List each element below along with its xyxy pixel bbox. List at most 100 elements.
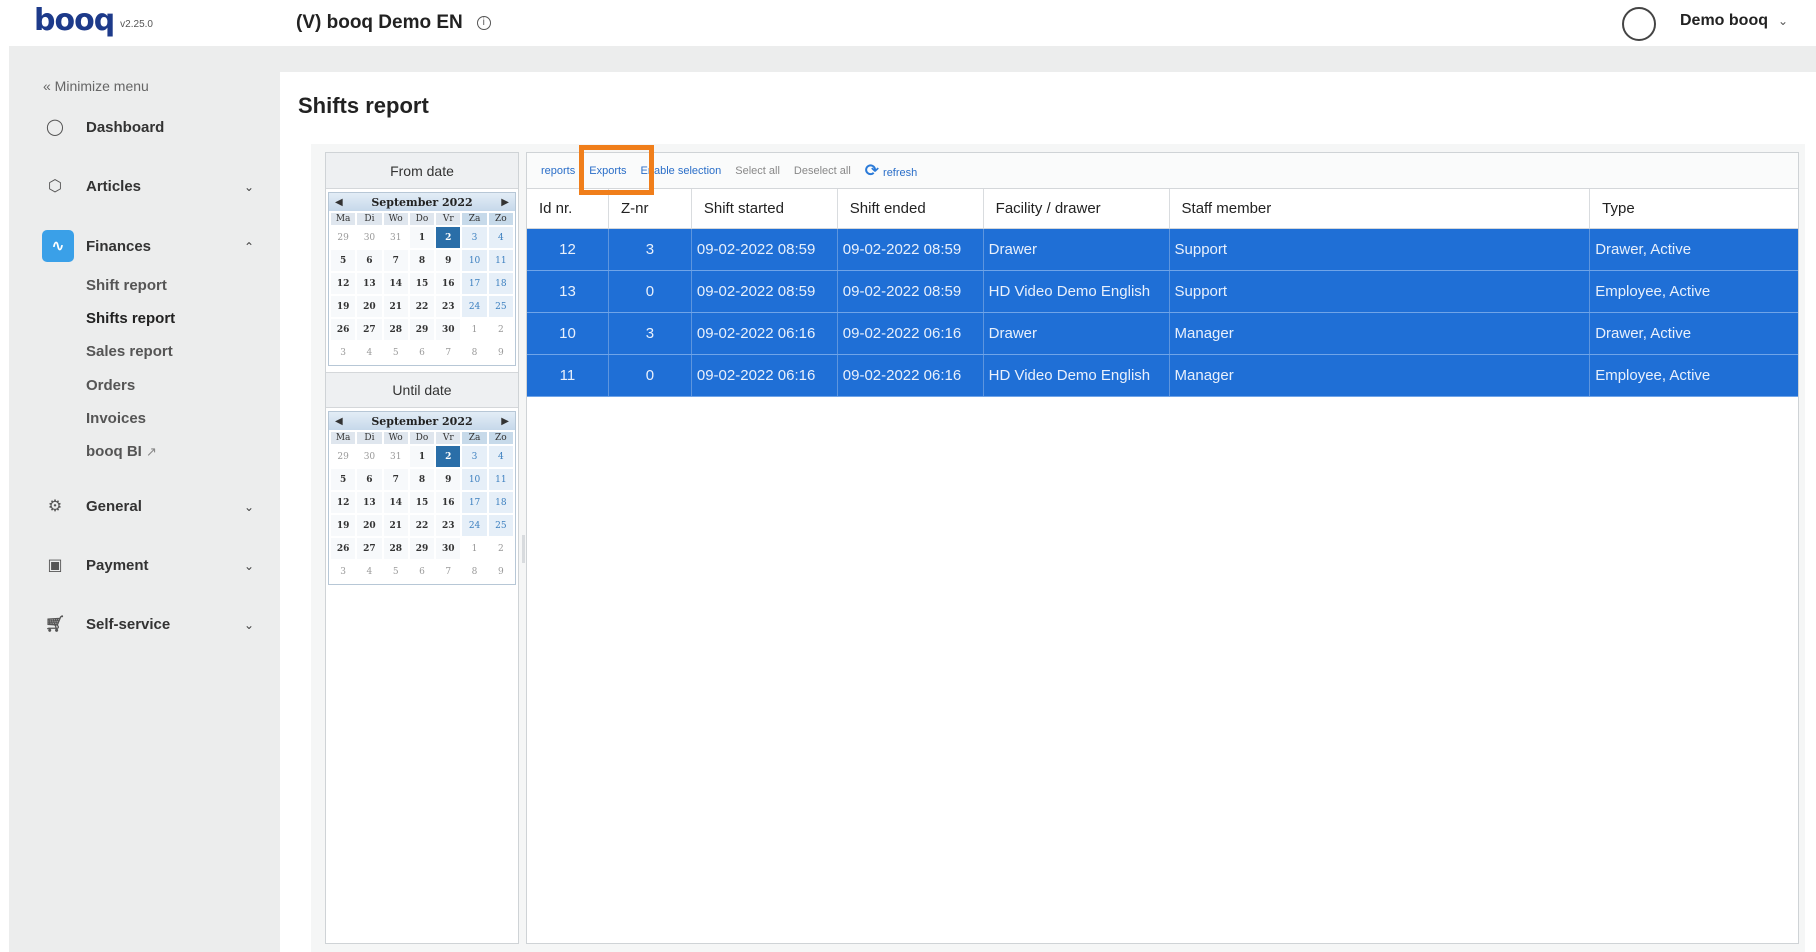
calendar-day[interactable]: 8	[409, 250, 435, 271]
calendar-day[interactable]: 12	[331, 492, 356, 513]
calendar-day[interactable]: 6	[357, 469, 382, 490]
prev-month-icon[interactable]: ◀	[335, 197, 343, 208]
calendar-day[interactable]: 8	[409, 469, 435, 490]
calendar-day[interactable]: 7	[383, 250, 408, 271]
calendar-day[interactable]: 4	[357, 342, 382, 363]
calendar-day[interactable]: 25	[488, 296, 513, 317]
calendar-day[interactable]: 27	[357, 538, 382, 559]
table-row[interactable]: 13 0 09-02-2022 08:59 09-02-2022 08:59 HD Vi…	[527, 271, 1798, 313]
calendar-day[interactable]: 8	[462, 342, 487, 363]
calendar-day[interactable]: 29	[409, 538, 435, 559]
chevron-down-icon[interactable]: ⌄	[244, 180, 254, 194]
calendar-day[interactable]: 29	[331, 227, 356, 248]
calendar-day[interactable]: 11	[488, 250, 513, 271]
calendar-day[interactable]: 2	[488, 538, 513, 559]
calendar-day[interactable]: 5	[331, 250, 356, 271]
select-all-link[interactable]: Select all	[735, 165, 780, 177]
booq-logo[interactable]: booq v2.25.0	[34, 6, 153, 36]
sidebar-item-finances[interactable]: ∿ Finances	[42, 230, 151, 262]
calendar-day[interactable]: 29	[409, 319, 435, 340]
calendar-day[interactable]: 20	[357, 296, 382, 317]
calendar-day[interactable]: 15	[409, 273, 435, 294]
calendar-day[interactable]: 7	[436, 561, 461, 582]
sidebar-item-dashboard[interactable]: ◯ Dashboard	[44, 116, 164, 138]
calendar-day[interactable]: 23	[436, 296, 461, 317]
avatar[interactable]	[1622, 7, 1656, 41]
column-header[interactable]: Z-nr	[609, 189, 692, 228]
calendar-day[interactable]: 2	[436, 446, 461, 467]
column-header[interactable]: Shift started	[692, 189, 838, 228]
calendar-day[interactable]: 4	[357, 561, 382, 582]
calendar-day[interactable]: 9	[436, 250, 461, 271]
calendar-day[interactable]: 23	[436, 515, 461, 536]
calendar-day[interactable]: 10	[462, 469, 487, 490]
calendar-day[interactable]: 2	[488, 319, 513, 340]
calendar-day[interactable]: 18	[488, 273, 513, 294]
calendar-day[interactable]: 9	[488, 561, 513, 582]
calendar-day[interactable]: 18	[488, 492, 513, 513]
calendar-day[interactable]: 10	[462, 250, 487, 271]
prev-month-icon[interactable]: ◀	[335, 416, 343, 427]
calendar-day[interactable]: 6	[409, 342, 435, 363]
column-header[interactable]: Facility / drawer	[984, 189, 1170, 228]
calendar-day[interactable]: 14	[383, 492, 408, 513]
next-month-icon[interactable]: ▶	[501, 416, 509, 427]
chevron-down-icon[interactable]: ⌄	[1778, 14, 1788, 28]
chevron-down-icon[interactable]: ⌄	[244, 618, 254, 632]
calendar-day[interactable]: 3	[331, 561, 356, 582]
user-name[interactable]: Demo booq	[1680, 12, 1768, 30]
chevron-down-icon[interactable]: ⌄	[244, 500, 254, 514]
calendar-day[interactable]: 7	[436, 342, 461, 363]
column-header[interactable]: Shift ended	[838, 189, 984, 228]
sidebar-sub-booq-bi[interactable]: booq BI ↗	[86, 443, 157, 460]
calendar-day[interactable]: 30	[436, 319, 461, 340]
calendar-day[interactable]: 9	[436, 469, 461, 490]
deselect-all-link[interactable]: Deselect all	[794, 165, 851, 177]
calendar-day[interactable]: 30	[357, 227, 382, 248]
calendar-day[interactable]: 3	[462, 227, 487, 248]
panel-resize-handle[interactable]	[522, 535, 525, 563]
calendar-day[interactable]: 17	[462, 273, 487, 294]
calendar-day[interactable]: 4	[488, 446, 513, 467]
calendar-day[interactable]: 22	[409, 296, 435, 317]
calendar-day[interactable]: 1	[409, 227, 435, 248]
chevron-up-icon[interactable]: ⌃	[244, 240, 254, 254]
exports-link[interactable]: Exports	[589, 165, 626, 177]
table-row[interactable]: 11 0 09-02-2022 06:16 09-02-2022 06:16 HD Vi…	[527, 355, 1798, 397]
calendar-day[interactable]: 24	[462, 515, 487, 536]
calendar-day[interactable]: 1	[462, 538, 487, 559]
calendar-day[interactable]: 5	[331, 469, 356, 490]
info-icon[interactable]: i	[476, 16, 491, 30]
sidebar-item-articles[interactable]: ⬡ Articles	[44, 175, 141, 197]
calendar-day[interactable]: 5	[383, 561, 408, 582]
calendar-day[interactable]: 21	[383, 515, 408, 536]
calendar-day[interactable]: 28	[383, 319, 408, 340]
chevron-down-icon[interactable]: ⌄	[244, 559, 254, 573]
calendar-day[interactable]: 13	[357, 273, 382, 294]
calendar-day[interactable]: 3	[331, 342, 356, 363]
sidebar-sub-shifts-report[interactable]: Shifts report	[86, 310, 175, 327]
calendar-day[interactable]: 30	[436, 538, 461, 559]
next-month-icon[interactable]: ▶	[501, 197, 509, 208]
calendar-day[interactable]: 27	[357, 319, 382, 340]
sidebar-sub-invoices[interactable]: Invoices	[86, 410, 146, 427]
calendar-day[interactable]: 5	[383, 342, 408, 363]
calendar-day[interactable]: 19	[331, 296, 356, 317]
sidebar-sub-sales-report[interactable]: Sales report	[86, 343, 173, 360]
calendar-day[interactable]: 4	[488, 227, 513, 248]
calendar-day[interactable]: 6	[357, 250, 382, 271]
calendar-day[interactable]: 19	[331, 515, 356, 536]
calendar-day[interactable]: 26	[331, 319, 356, 340]
calendar-day[interactable]: 31	[383, 227, 408, 248]
calendar-day[interactable]: 20	[357, 515, 382, 536]
table-row[interactable]: 12 3 09-02-2022 08:59 09-02-2022 08:59 Drawe…	[527, 229, 1798, 271]
calendar-day[interactable]: 8	[462, 561, 487, 582]
calendar-day[interactable]: 12	[331, 273, 356, 294]
calendar-day[interactable]: 26	[331, 538, 356, 559]
calendar-day[interactable]: 16	[436, 492, 461, 513]
sidebar-item-payment[interactable]: ▣ Payment	[44, 554, 148, 576]
table-row[interactable]: 10 3 09-02-2022 06:16 09-02-2022 06:16 Drawe…	[527, 313, 1798, 355]
calendar-day[interactable]: 24	[462, 296, 487, 317]
calendar-day[interactable]: 7	[383, 469, 408, 490]
reports-link[interactable]: reports	[541, 165, 575, 177]
